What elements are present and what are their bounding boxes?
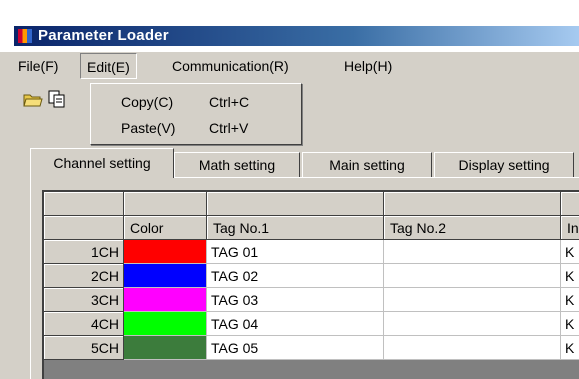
tag2-cell-3ch[interactable]: [384, 288, 561, 312]
menu-communication[interactable]: Communication(R): [168, 58, 293, 74]
tag1-cell-1ch[interactable]: TAG 01: [207, 240, 384, 264]
corner-header: [44, 192, 124, 216]
column-header-blank: [384, 192, 561, 216]
window-chrome: Parameter Loader: [0, 0, 579, 52]
corner-header: [44, 216, 124, 240]
row-header-5ch[interactable]: 5CH: [44, 336, 124, 360]
color-swatch-4ch[interactable]: [124, 312, 207, 336]
column-header-color[interactable]: Color: [124, 216, 207, 240]
copy-icon[interactable]: [46, 88, 68, 110]
menu-bar: File(F) Edit(E) Communication(R) Help(H): [14, 52, 579, 82]
input-cell-3ch[interactable]: K: [561, 288, 579, 312]
edit-dropdown-menu: Copy(C) Ctrl+C Paste(V) Ctrl+V: [90, 83, 302, 145]
menu-item-paste-shortcut: Ctrl+V: [209, 120, 249, 136]
color-swatch-1ch[interactable]: [124, 240, 207, 264]
row-header-1ch[interactable]: 1CH: [44, 240, 124, 264]
tab-display-setting[interactable]: Display setting: [434, 152, 574, 178]
column-header-input[interactable]: In: [561, 216, 579, 240]
column-header-blank: [561, 192, 579, 216]
column-header-blank: [124, 192, 207, 216]
tab-main-setting[interactable]: Main setting: [302, 152, 432, 178]
tag1-cell-4ch[interactable]: TAG 04: [207, 312, 384, 336]
input-cell-2ch[interactable]: K: [561, 264, 579, 288]
tag1-cell-2ch[interactable]: TAG 02: [207, 264, 384, 288]
tab-channel-setting[interactable]: Channel setting: [30, 148, 174, 178]
input-cell-5ch[interactable]: K: [561, 336, 579, 360]
row-header-2ch[interactable]: 2CH: [44, 264, 124, 288]
tab-strip: Channel setting Math setting Main settin…: [30, 148, 579, 178]
menu-item-paste[interactable]: Paste(V) Ctrl+V: [91, 116, 301, 140]
color-swatch-3ch[interactable]: [124, 288, 207, 312]
column-header-blank: [207, 192, 384, 216]
color-swatch-2ch[interactable]: [124, 264, 207, 288]
row-header-3ch[interactable]: 3CH: [44, 288, 124, 312]
menu-file[interactable]: File(F): [14, 58, 62, 74]
channel-grid: Color Tag No.1 Tag No.2 In 1CH TAG 01 K …: [42, 190, 579, 379]
tag1-cell-5ch[interactable]: TAG 05: [207, 336, 384, 360]
open-folder-icon[interactable]: [22, 88, 44, 110]
column-header-tag2[interactable]: Tag No.2: [384, 216, 561, 240]
tag2-cell-4ch[interactable]: [384, 312, 561, 336]
tag2-cell-1ch[interactable]: [384, 240, 561, 264]
title-bar[interactable]: Parameter Loader: [14, 26, 579, 46]
row-header-4ch[interactable]: 4CH: [44, 312, 124, 336]
input-cell-4ch[interactable]: K: [561, 312, 579, 336]
tag2-cell-2ch[interactable]: [384, 264, 561, 288]
tab-math-setting[interactable]: Math setting: [174, 152, 300, 178]
menu-item-copy-shortcut: Ctrl+C: [209, 94, 250, 110]
tag1-cell-3ch[interactable]: TAG 03: [207, 288, 384, 312]
tag2-cell-5ch[interactable]: [384, 336, 561, 360]
color-swatch-5ch[interactable]: [124, 336, 207, 360]
menu-item-copy[interactable]: Copy(C) Ctrl+C: [91, 90, 301, 114]
menu-help[interactable]: Help(H): [340, 58, 396, 74]
window-title: Parameter Loader: [38, 27, 169, 44]
menu-item-paste-label: Paste(V): [121, 120, 176, 136]
menu-edit[interactable]: Edit(E): [80, 53, 137, 79]
menu-item-copy-label: Copy(C): [121, 94, 174, 110]
app-icon: [18, 29, 32, 43]
column-header-tag1[interactable]: Tag No.1: [207, 216, 384, 240]
input-cell-1ch[interactable]: K: [561, 240, 579, 264]
